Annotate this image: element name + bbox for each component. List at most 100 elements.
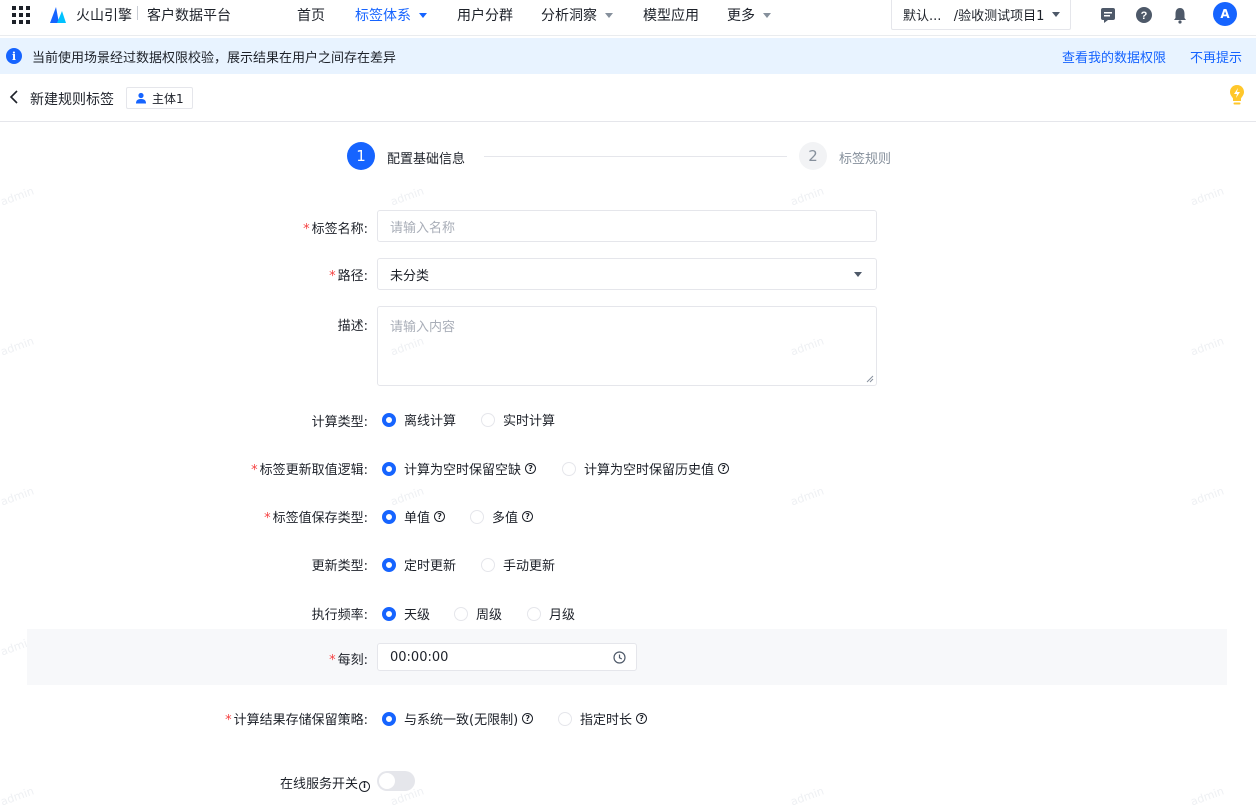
radio-unchecked	[454, 606, 468, 621]
path-select-value: 未分类	[390, 268, 430, 284]
radio-unchecked	[470, 509, 484, 524]
subject-tag-label: 主体1	[152, 91, 184, 106]
clock-icon	[613, 651, 626, 664]
svg-text:?: ?	[1141, 10, 1148, 22]
view-permissions-link[interactable]: 查看我的数据权限	[1062, 47, 1166, 66]
lightbulb-icon[interactable]	[1228, 84, 1246, 108]
schedule-time-label: * 每刻:	[329, 653, 368, 668]
calc-type-label: 计算类型:	[311, 415, 368, 430]
online-service-switch[interactable]	[377, 771, 415, 791]
radio-unchecked	[558, 711, 572, 726]
watermark-text: admin	[1188, 184, 1226, 209]
nav-tag-system[interactable]: 标签体系	[355, 5, 427, 25]
watermark-text: admin	[1188, 484, 1226, 509]
question-mark-icon[interactable]: ?	[522, 713, 534, 724]
chevron-down-icon	[605, 12, 613, 18]
description-placeholder: 请输入内容	[390, 320, 456, 335]
brand-divider	[137, 6, 138, 20]
question-mark-icon[interactable]: ?	[434, 511, 446, 522]
chevron-down-icon	[1052, 12, 1060, 17]
nav-more[interactable]: 更多	[727, 5, 771, 25]
watermark-text: admin	[788, 484, 826, 509]
help-icon[interactable]: ?	[1135, 6, 1153, 24]
switch-knob	[379, 773, 395, 789]
frequency-weekly-radio[interactable]: 周级	[454, 604, 502, 623]
watermark-text: admin	[0, 784, 36, 809]
user-avatar[interactable]: A	[1213, 2, 1237, 26]
watermark-text: admin	[1188, 334, 1226, 359]
step-connector	[484, 156, 787, 157]
radio-checked	[382, 606, 396, 621]
dismiss-banner-link[interactable]: 不再提示	[1190, 47, 1242, 66]
volcengine-logo-icon	[50, 7, 66, 23]
description-label: 描述:	[337, 319, 368, 334]
project-select[interactable]: 默认... /验收测试项目1	[891, 0, 1071, 30]
user-icon	[136, 92, 146, 104]
brand-name: 火山引擎	[76, 8, 132, 24]
question-mark-icon[interactable]: ?	[522, 511, 534, 522]
info-circle-icon[interactable]: i	[359, 780, 370, 792]
calc-type-offline-radio[interactable]: 离线计算	[382, 410, 456, 429]
banner-text: 当前使用场景经过数据权限校验，展示结果在用户之间存在差异	[32, 51, 397, 66]
project-select-value: 默认... /验收测试项目1	[903, 8, 1045, 24]
value-type-single-radio[interactable]: 单值?	[382, 507, 446, 526]
value-type-label: * 标签值保存类型:	[264, 511, 368, 526]
radio-checked	[382, 509, 396, 524]
retention-custom-radio[interactable]: 指定时长?	[558, 709, 648, 728]
question-mark-icon[interactable]: ?	[636, 713, 648, 724]
tag-name-input[interactable]: 请输入名称	[377, 210, 877, 242]
radio-checked	[382, 711, 396, 726]
watermark-text: admin	[388, 484, 426, 509]
update-logic-label: * 标签更新取值逻辑:	[251, 463, 368, 478]
frequency-daily-radio[interactable]: 天级	[382, 604, 430, 623]
schedule-time-picker[interactable]: 00:00:00	[377, 643, 637, 671]
watermark-text: admin	[0, 184, 36, 209]
nav-user-segments[interactable]: 用户分群	[457, 5, 513, 25]
app-grid-icon[interactable]	[12, 6, 30, 24]
resize-handle-icon[interactable]	[866, 375, 874, 383]
question-mark-icon[interactable]: ?	[525, 463, 537, 474]
update-type-manual-radio[interactable]: 手动更新	[481, 555, 555, 574]
retention-label: * 计算结果存储保留策略:	[225, 713, 368, 728]
info-icon: i	[6, 48, 22, 64]
frequency-label: 执行频率:	[311, 608, 368, 623]
update-type-label: 更新类型:	[311, 559, 368, 574]
nav-analysis-insights[interactable]: 分析洞察	[541, 5, 613, 25]
frequency-monthly-radio[interactable]: 月级	[527, 604, 575, 623]
question-mark-icon[interactable]: ?	[718, 463, 730, 474]
online-service-label: 在线服务开关 i	[280, 773, 370, 792]
radio-checked	[382, 412, 396, 427]
step-2-label: 标签规则	[839, 152, 892, 167]
back-arrow-icon[interactable]	[8, 90, 20, 104]
chevron-down-icon	[419, 12, 427, 18]
watermark-text: admin	[388, 184, 426, 209]
chevron-down-icon	[763, 12, 771, 18]
path-label: * 路径:	[329, 269, 368, 284]
message-icon[interactable]	[1099, 6, 1117, 24]
product-name: 客户数据平台	[147, 8, 231, 24]
update-type-scheduled-radio[interactable]: 定时更新	[382, 555, 456, 574]
retention-system-radio[interactable]: 与系统一致(无限制)?	[382, 709, 534, 728]
subject-tag: 主体1	[126, 87, 193, 109]
watermark-text: admin	[1188, 784, 1226, 809]
watermark-text: admin	[788, 184, 826, 209]
radio-unchecked	[481, 412, 495, 427]
radio-checked	[382, 461, 396, 476]
bell-icon[interactable]	[1171, 6, 1189, 24]
step-1-label: 配置基础信息	[387, 152, 466, 167]
nav-model-apps[interactable]: 模型应用	[643, 5, 699, 25]
calc-type-realtime-radio[interactable]: 实时计算	[481, 410, 555, 429]
update-logic-keep-empty-radio[interactable]: 计算为空时保留空缺?	[382, 459, 537, 478]
radio-unchecked	[481, 557, 495, 572]
value-type-multi-radio[interactable]: 多值?	[470, 507, 534, 526]
watermark-text: admin	[0, 334, 36, 359]
path-select[interactable]: 未分类	[377, 258, 877, 290]
permission-banner: i 当前使用场景经过数据权限校验，展示结果在用户之间存在差异 查看我的数据权限 …	[0, 38, 1256, 74]
watermark-text: admin	[0, 484, 36, 509]
chevron-down-icon	[854, 272, 862, 277]
nav-home[interactable]: 首页	[297, 5, 325, 25]
description-textarea[interactable]: 请输入内容	[377, 306, 877, 386]
update-logic-keep-history-radio[interactable]: 计算为空时保留历史值?	[562, 459, 730, 478]
schedule-time-value: 00:00:00	[390, 649, 449, 665]
step-2-indicator: 2	[799, 142, 827, 170]
